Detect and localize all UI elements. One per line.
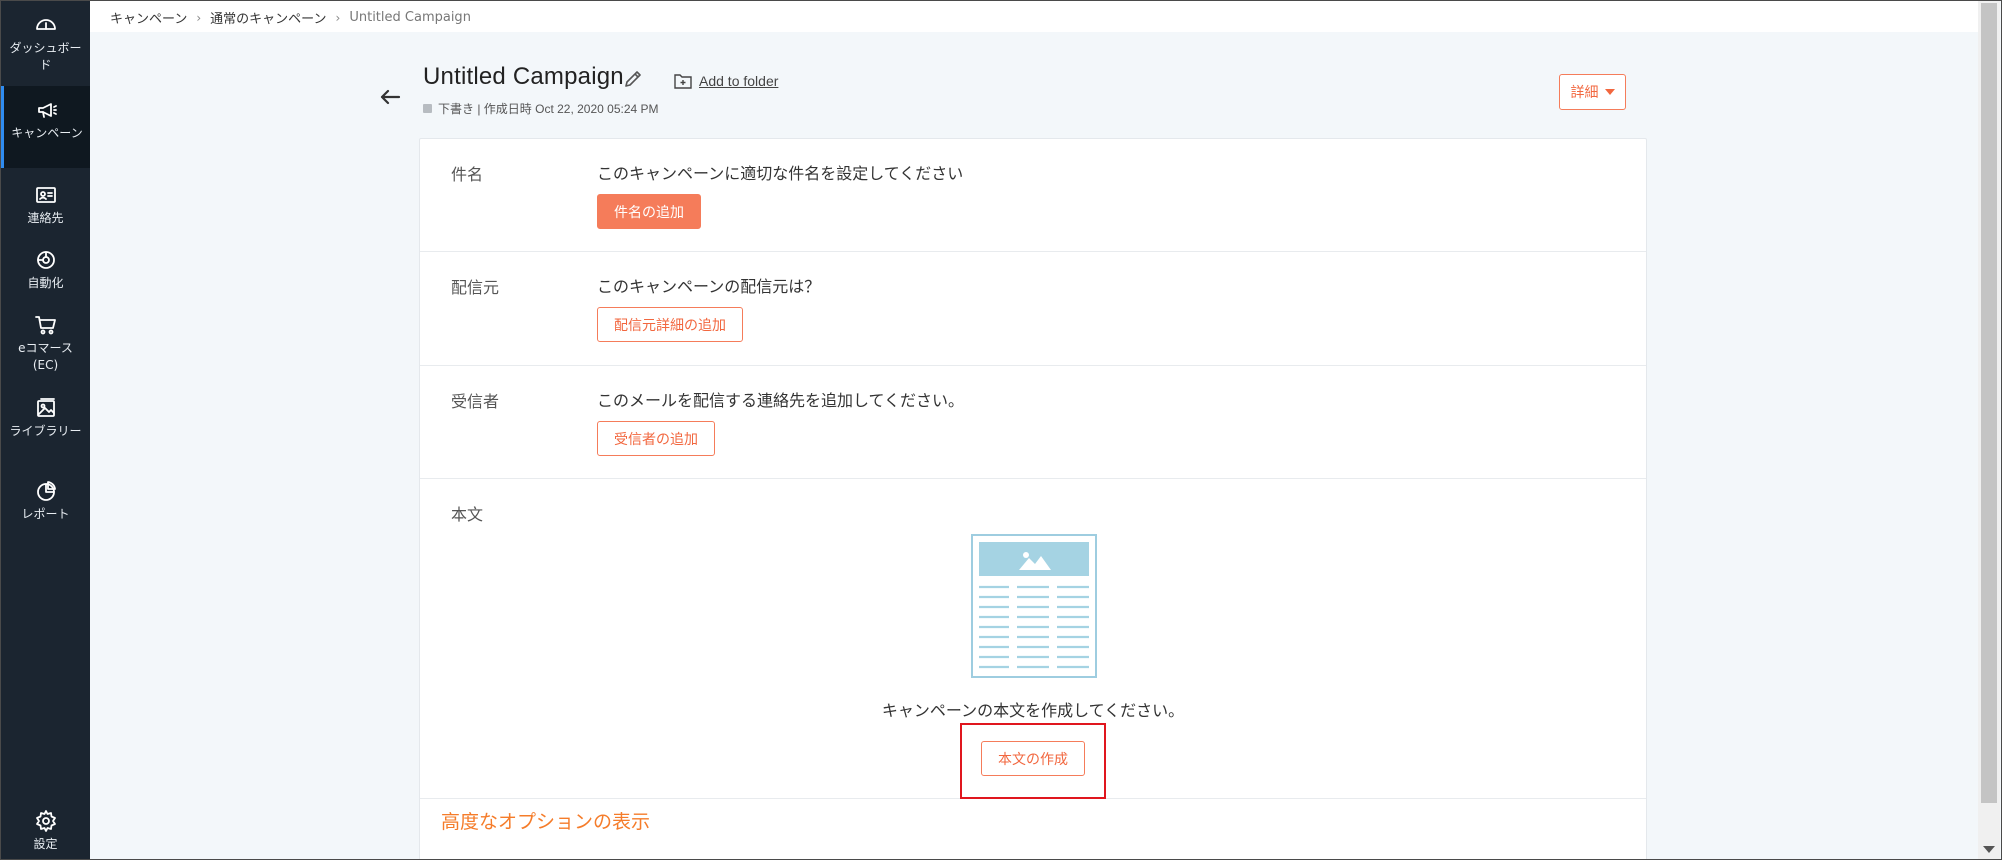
recipients-label: 受信者 [451, 392, 500, 411]
breadcrumb-current: Untitled Campaign [349, 10, 471, 25]
scrollbar-thumb[interactable] [1981, 3, 1997, 803]
body-description: キャンペーンの本文を作成してください。 [881, 701, 1185, 720]
sender-section: 配信元 このキャンペーンの配信元は？ 配信元詳細の追加 [420, 252, 1646, 366]
sidebar-item-label: 設定 [33, 837, 58, 851]
sidebar-item-dashboard[interactable]: ダッシュボード [1, 13, 90, 79]
breadcrumb: キャンペーン › 通常のキャンペーン › Untitled Campaign [110, 8, 471, 27]
app-window: ダッシュボード キャンペーン 連絡先 自動化 eコマース (EC) ライブラリー… [0, 0, 2002, 860]
sidebar-item-reports[interactable]: レポート [1, 479, 90, 529]
recipients-section: 受信者 このメールを配信する連絡先を追加してください。 受信者の追加 [420, 366, 1646, 479]
subject-description: このキャンペーンに適切な件名を設定してください [597, 164, 964, 183]
sidebar-item-label: ライブラリー [9, 424, 82, 438]
report-icon [34, 479, 58, 503]
sidebar: ダッシュボード キャンペーン 連絡先 自動化 eコマース (EC) ライブラリー… [1, 1, 90, 859]
dashboard-icon [34, 13, 58, 37]
breadcrumb-regular-campaigns[interactable]: 通常のキャンペーン [210, 8, 326, 27]
caret-down-icon [1604, 89, 1615, 95]
scroll-down-arrow-icon[interactable] [1983, 846, 1995, 853]
pencil-icon[interactable] [623, 69, 643, 89]
contacts-icon [34, 183, 58, 207]
sidebar-item-label: 連絡先 [27, 211, 64, 225]
sidebar-item-ecommerce[interactable]: eコマース (EC) [1, 313, 90, 379]
details-button[interactable]: 詳細 [1559, 74, 1626, 110]
show-advanced-options-link[interactable]: 高度なオプションの表示 [441, 807, 650, 834]
sidebar-item-campaigns[interactable]: キャンペーン [1, 86, 90, 168]
add-sender-button[interactable]: 配信元詳細の追加 [597, 307, 743, 342]
add-to-folder-link[interactable]: Add to folder [699, 73, 778, 89]
chevron-right-icon: › [335, 10, 341, 25]
page-title: Untitled Campaign [423, 63, 624, 90]
sidebar-item-label: キャンペーン [11, 126, 83, 140]
recipients-description: このメールを配信する連絡先を追加してください。 [597, 391, 965, 410]
cart-icon [34, 313, 58, 337]
add-subject-button[interactable]: 件名の追加 [597, 194, 701, 229]
library-icon [34, 396, 58, 420]
megaphone-icon [35, 98, 59, 122]
folder-add-icon[interactable] [674, 73, 692, 89]
sidebar-item-automation[interactable]: 自動化 [1, 248, 90, 298]
gear-icon [34, 809, 58, 833]
sidebar-item-label: レポート [21, 507, 70, 521]
sidebar-item-settings[interactable]: 設定 [1, 809, 90, 857]
details-button-label: 詳細 [1570, 84, 1599, 100]
back-arrow-icon[interactable] [379, 88, 401, 106]
campaign-meta-text: 下書き | 作成日時 Oct 22, 2020 05:24 PM [438, 102, 659, 116]
sender-description: このキャンペーンの配信元は？ [597, 277, 821, 296]
add-recipients-button[interactable]: 受信者の追加 [597, 421, 715, 456]
email-template-illustration [971, 534, 1097, 678]
campaign-meta: 下書き | 作成日時 Oct 22, 2020 05:24 PM [423, 100, 659, 117]
highlight-box [960, 723, 1106, 799]
status-indicator [423, 104, 432, 113]
sidebar-item-library[interactable]: ライブラリー [1, 396, 90, 462]
breadcrumb-campaigns[interactable]: キャンペーン [110, 8, 187, 27]
sidebar-item-label: 自動化 [27, 276, 64, 290]
vertical-scrollbar[interactable] [1978, 1, 2000, 859]
sidebar-item-label: eコマース (EC) [18, 341, 73, 372]
body-label: 本文 [451, 505, 484, 524]
subject-label: 件名 [451, 165, 484, 184]
automation-icon [34, 248, 58, 272]
sidebar-item-contacts[interactable]: 連絡先 [1, 183, 90, 233]
subject-section: 件名 このキャンペーンに適切な件名を設定してください 件名の追加 [420, 139, 1646, 252]
sender-label: 配信元 [451, 278, 500, 297]
sidebar-item-label: ダッシュボード [9, 41, 82, 72]
chevron-right-icon: › [196, 10, 202, 25]
